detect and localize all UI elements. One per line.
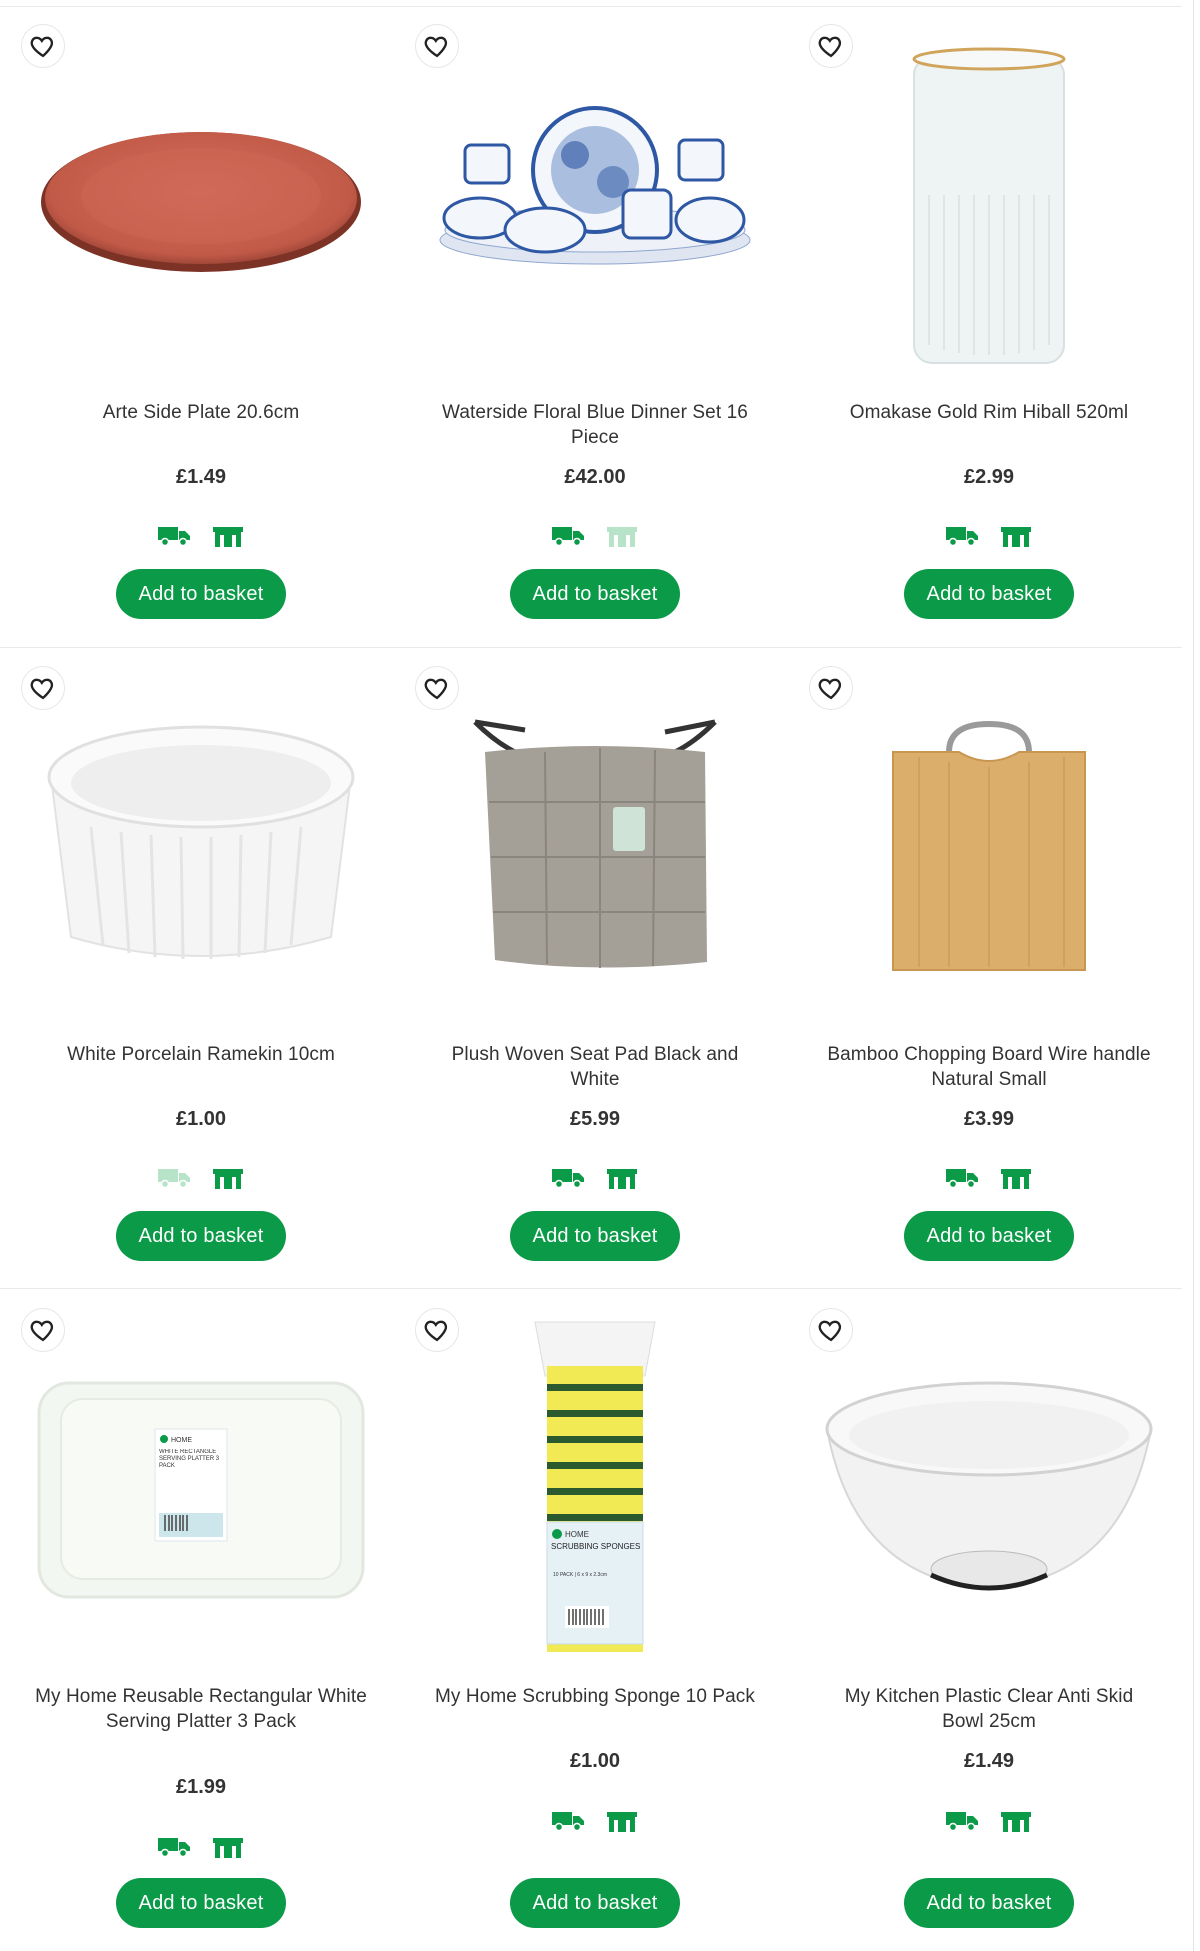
sponge-size: 10 PACK | 6 x 9 x 2.3cm xyxy=(553,1572,607,1578)
product-price: £1.00 xyxy=(175,1108,227,1130)
product-price: £1.49 xyxy=(963,1750,1015,1772)
product-image-glass[interactable] xyxy=(792,45,1186,375)
row-divider xyxy=(0,1288,1182,1289)
add-to-basket-button[interactable]: Add to basket xyxy=(510,1878,680,1928)
heart-icon xyxy=(424,36,448,58)
product-image-plate[interactable] xyxy=(4,40,398,360)
favourite-button[interactable] xyxy=(21,1308,65,1352)
delivery-truck-icon xyxy=(157,1167,191,1189)
delivery-truck-icon xyxy=(945,1167,979,1189)
add-to-basket-button[interactable]: Add to basket xyxy=(116,569,286,619)
click-collect-store-icon xyxy=(999,525,1033,547)
fulfilment-badges xyxy=(792,1167,1186,1189)
sponges-image: HOME SCRUBBING SPONGES 10 PACK | 6 x 9 x… xyxy=(534,1321,656,1652)
product-image-chopping-board[interactable] xyxy=(792,712,1186,982)
fulfilment-badges xyxy=(4,1836,398,1858)
platter-image: HOME WHITE RECTANGLE SERVING PLATTER 3 P… xyxy=(37,1381,365,1599)
click-collect-store-icon xyxy=(605,525,639,547)
heart-icon xyxy=(30,1320,54,1342)
add-to-basket-button[interactable]: Add to basket xyxy=(904,1211,1074,1261)
product-name[interactable]: Bamboo Chopping Board Wire handle Natura… xyxy=(822,1042,1156,1092)
product-price: £1.99 xyxy=(175,1776,227,1798)
top-divider xyxy=(0,6,1182,7)
heart-icon xyxy=(30,678,54,700)
add-to-basket-button[interactable]: Add to basket xyxy=(904,569,1074,619)
fulfilment-badges xyxy=(398,525,792,547)
sponge-label: SCRUBBING SPONGES xyxy=(551,1542,641,1551)
product-name[interactable]: My Home Scrubbing Sponge 10 Pack xyxy=(428,1684,762,1709)
product-name[interactable]: My Kitchen Plastic Clear Anti Skid Bowl … xyxy=(822,1684,1156,1734)
click-collect-store-icon xyxy=(999,1167,1033,1189)
add-to-basket-button[interactable]: Add to basket xyxy=(116,1211,286,1261)
seat-pad-image xyxy=(473,719,717,968)
product-name[interactable]: Omakase Gold Rim Hiball 520ml xyxy=(822,400,1156,425)
dinner-set-image xyxy=(439,106,751,265)
sponge-brand: HOME xyxy=(565,1530,589,1539)
ramekin-image xyxy=(47,725,355,960)
fulfilment-badges xyxy=(398,1810,792,1832)
delivery-truck-icon xyxy=(551,525,585,547)
product-price: £3.99 xyxy=(963,1108,1015,1130)
delivery-truck-icon xyxy=(157,525,191,547)
delivery-truck-icon xyxy=(945,525,979,547)
product-image-seat-pad[interactable] xyxy=(398,712,792,982)
product-price: £1.00 xyxy=(569,1750,621,1772)
add-to-basket-button[interactable]: Add to basket xyxy=(904,1878,1074,1928)
product-name[interactable]: Arte Side Plate 20.6cm xyxy=(34,400,368,425)
fulfilment-badges xyxy=(398,1167,792,1189)
delivery-truck-icon xyxy=(551,1167,585,1189)
plate-image xyxy=(41,132,361,272)
product-price: £2.99 xyxy=(963,466,1015,488)
platter-label: WHITE RECTANGLE SERVING PLATTER 3 PACK xyxy=(159,1449,220,1469)
product-image-platter[interactable]: HOME WHITE RECTANGLE SERVING PLATTER 3 P… xyxy=(4,1364,398,1614)
product-image-bowl[interactable] xyxy=(792,1364,1186,1604)
delivery-truck-icon xyxy=(157,1836,191,1858)
product-name[interactable]: Waterside Floral Blue Dinner Set 16 Piec… xyxy=(428,400,762,450)
heart-icon xyxy=(818,1320,842,1342)
click-collect-store-icon xyxy=(211,1167,245,1189)
click-collect-store-icon xyxy=(211,1836,245,1858)
fulfilment-badges xyxy=(792,525,1186,547)
favourite-button[interactable] xyxy=(809,1308,853,1352)
product-image-ramekin[interactable] xyxy=(4,712,398,982)
click-collect-store-icon xyxy=(211,525,245,547)
delivery-truck-icon xyxy=(945,1810,979,1832)
heart-icon xyxy=(818,678,842,700)
click-collect-store-icon xyxy=(999,1810,1033,1832)
add-to-basket-button[interactable]: Add to basket xyxy=(116,1878,286,1928)
platter-brand: HOME xyxy=(171,1437,192,1444)
product-price: £42.00 xyxy=(564,466,626,488)
fulfilment-badges xyxy=(4,1167,398,1189)
product-name[interactable]: White Porcelain Ramekin 10cm xyxy=(34,1042,368,1067)
product-name[interactable]: Plush Woven Seat Pad Black and White xyxy=(428,1042,762,1092)
favourite-button[interactable] xyxy=(415,24,459,68)
delivery-truck-icon xyxy=(551,1810,585,1832)
add-to-basket-button[interactable]: Add to basket xyxy=(510,569,680,619)
scrollbar-track[interactable] xyxy=(1193,0,1194,1951)
add-to-basket-button[interactable]: Add to basket xyxy=(510,1211,680,1261)
product-image-sponges[interactable]: HOME SCRUBBING SPONGES 10 PACK | 6 x 9 x… xyxy=(398,1316,792,1656)
product-name[interactable]: My Home Reusable Rectangular White Servi… xyxy=(34,1684,368,1734)
glass-image xyxy=(912,47,1066,364)
product-price: £5.99 xyxy=(569,1108,621,1130)
chopping-board-image xyxy=(892,720,1086,971)
fulfilment-badges xyxy=(792,1810,1186,1832)
fulfilment-badges xyxy=(4,525,398,547)
product-image-dinner-set[interactable] xyxy=(398,100,792,300)
click-collect-store-icon xyxy=(605,1810,639,1832)
heart-icon xyxy=(424,678,448,700)
bowl-image xyxy=(825,1381,1153,1591)
product-price: £1.49 xyxy=(175,466,227,488)
favourite-button[interactable] xyxy=(415,666,459,710)
click-collect-store-icon xyxy=(605,1167,639,1189)
row-divider xyxy=(0,647,1182,648)
favourite-button[interactable] xyxy=(21,666,65,710)
favourite-button[interactable] xyxy=(809,666,853,710)
